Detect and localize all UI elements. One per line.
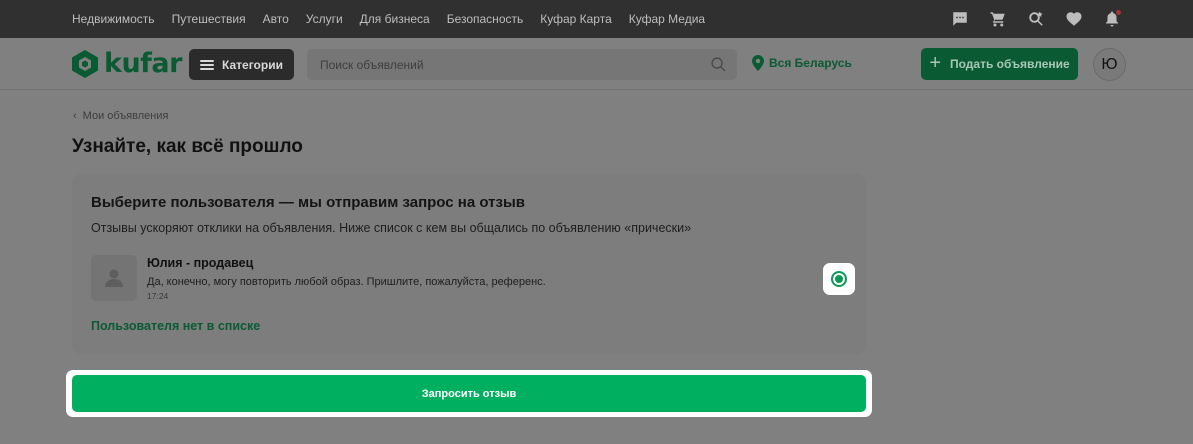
menu-icon <box>200 59 215 70</box>
chevron-left-icon: ‹ <box>73 110 77 122</box>
cart-icon[interactable] <box>989 10 1007 28</box>
toplink-kufar-media[interactable]: Куфар Медиа <box>629 12 705 26</box>
user-avatar-placeholder <box>91 255 137 301</box>
user-list-item[interactable]: Юлия - продавец Да, конечно, могу повтор… <box>91 255 856 301</box>
logo-text: kufar <box>104 48 182 79</box>
request-review-button[interactable]: Запросить отзыв <box>72 375 866 412</box>
heart-icon[interactable] <box>1065 10 1083 28</box>
saved-search-icon[interactable] <box>1027 10 1045 28</box>
post-ad-button[interactable]: + Подать объявление <box>921 48 1078 80</box>
toplink-auto[interactable]: Авто <box>263 12 289 26</box>
top-navigation-bar: Недвижимость Путешествия Авто Услуги Для… <box>0 0 1193 38</box>
region-selector[interactable]: Вся Беларусь <box>752 55 852 71</box>
toplink-realty[interactable]: Недвижимость <box>72 12 155 26</box>
user-avatar[interactable]: Ю <box>1093 48 1126 81</box>
kufar-logo-icon <box>72 49 98 78</box>
post-ad-label: Подать объявление <box>950 57 1070 71</box>
user-select-radio[interactable] <box>823 263 855 295</box>
categories-button[interactable]: Категории <box>189 49 294 80</box>
notification-dot <box>1116 10 1121 15</box>
user-name: Юлия - продавец <box>147 256 254 270</box>
page-title: Узнайте, как всё прошло <box>72 136 303 157</box>
toplink-travel[interactable]: Путешествия <box>172 12 246 26</box>
region-label: Вся Беларусь <box>769 56 852 70</box>
search-input[interactable] <box>307 49 737 80</box>
user-last-message: Да, конечно, могу повторить любой образ.… <box>147 276 546 288</box>
bell-icon[interactable] <box>1103 10 1121 28</box>
person-icon <box>105 269 123 287</box>
message-time: 17:24 <box>147 291 169 301</box>
user-not-in-list-link[interactable]: Пользователя нет в списке <box>91 319 260 333</box>
submit-highlight: Запросить отзыв <box>66 370 872 417</box>
toplink-business[interactable]: Для бизнеса <box>360 12 430 26</box>
chat-icon[interactable] <box>951 10 969 28</box>
breadcrumb-label: Мои объявления <box>82 110 169 122</box>
search-icon[interactable] <box>710 56 727 73</box>
kufar-logo[interactable]: kufar <box>72 48 182 79</box>
card-subtitle: Отзывы ускоряют отклики на объявления. Н… <box>91 221 692 235</box>
toplink-safety[interactable]: Безопасность <box>447 12 524 26</box>
toplink-services[interactable]: Услуги <box>306 12 343 26</box>
top-links: Недвижимость Путешествия Авто Услуги Для… <box>72 0 722 38</box>
breadcrumb[interactable]: ‹ Мои объявления <box>73 110 168 122</box>
search-box <box>307 49 737 80</box>
radio-selected-icon <box>831 271 847 287</box>
categories-label: Категории <box>222 57 283 72</box>
main-header: kufar Категории Вся Беларусь + Подать об… <box>0 38 1193 90</box>
toplink-kufar-map[interactable]: Куфар Карта <box>540 12 612 26</box>
card-title: Выберите пользователя — мы отправим запр… <box>91 194 525 211</box>
plus-icon: + <box>929 52 941 74</box>
top-icons <box>951 0 1121 38</box>
location-pin-icon <box>752 55 764 71</box>
review-request-card: Выберите пользователя — мы отправим запр… <box>72 174 866 354</box>
